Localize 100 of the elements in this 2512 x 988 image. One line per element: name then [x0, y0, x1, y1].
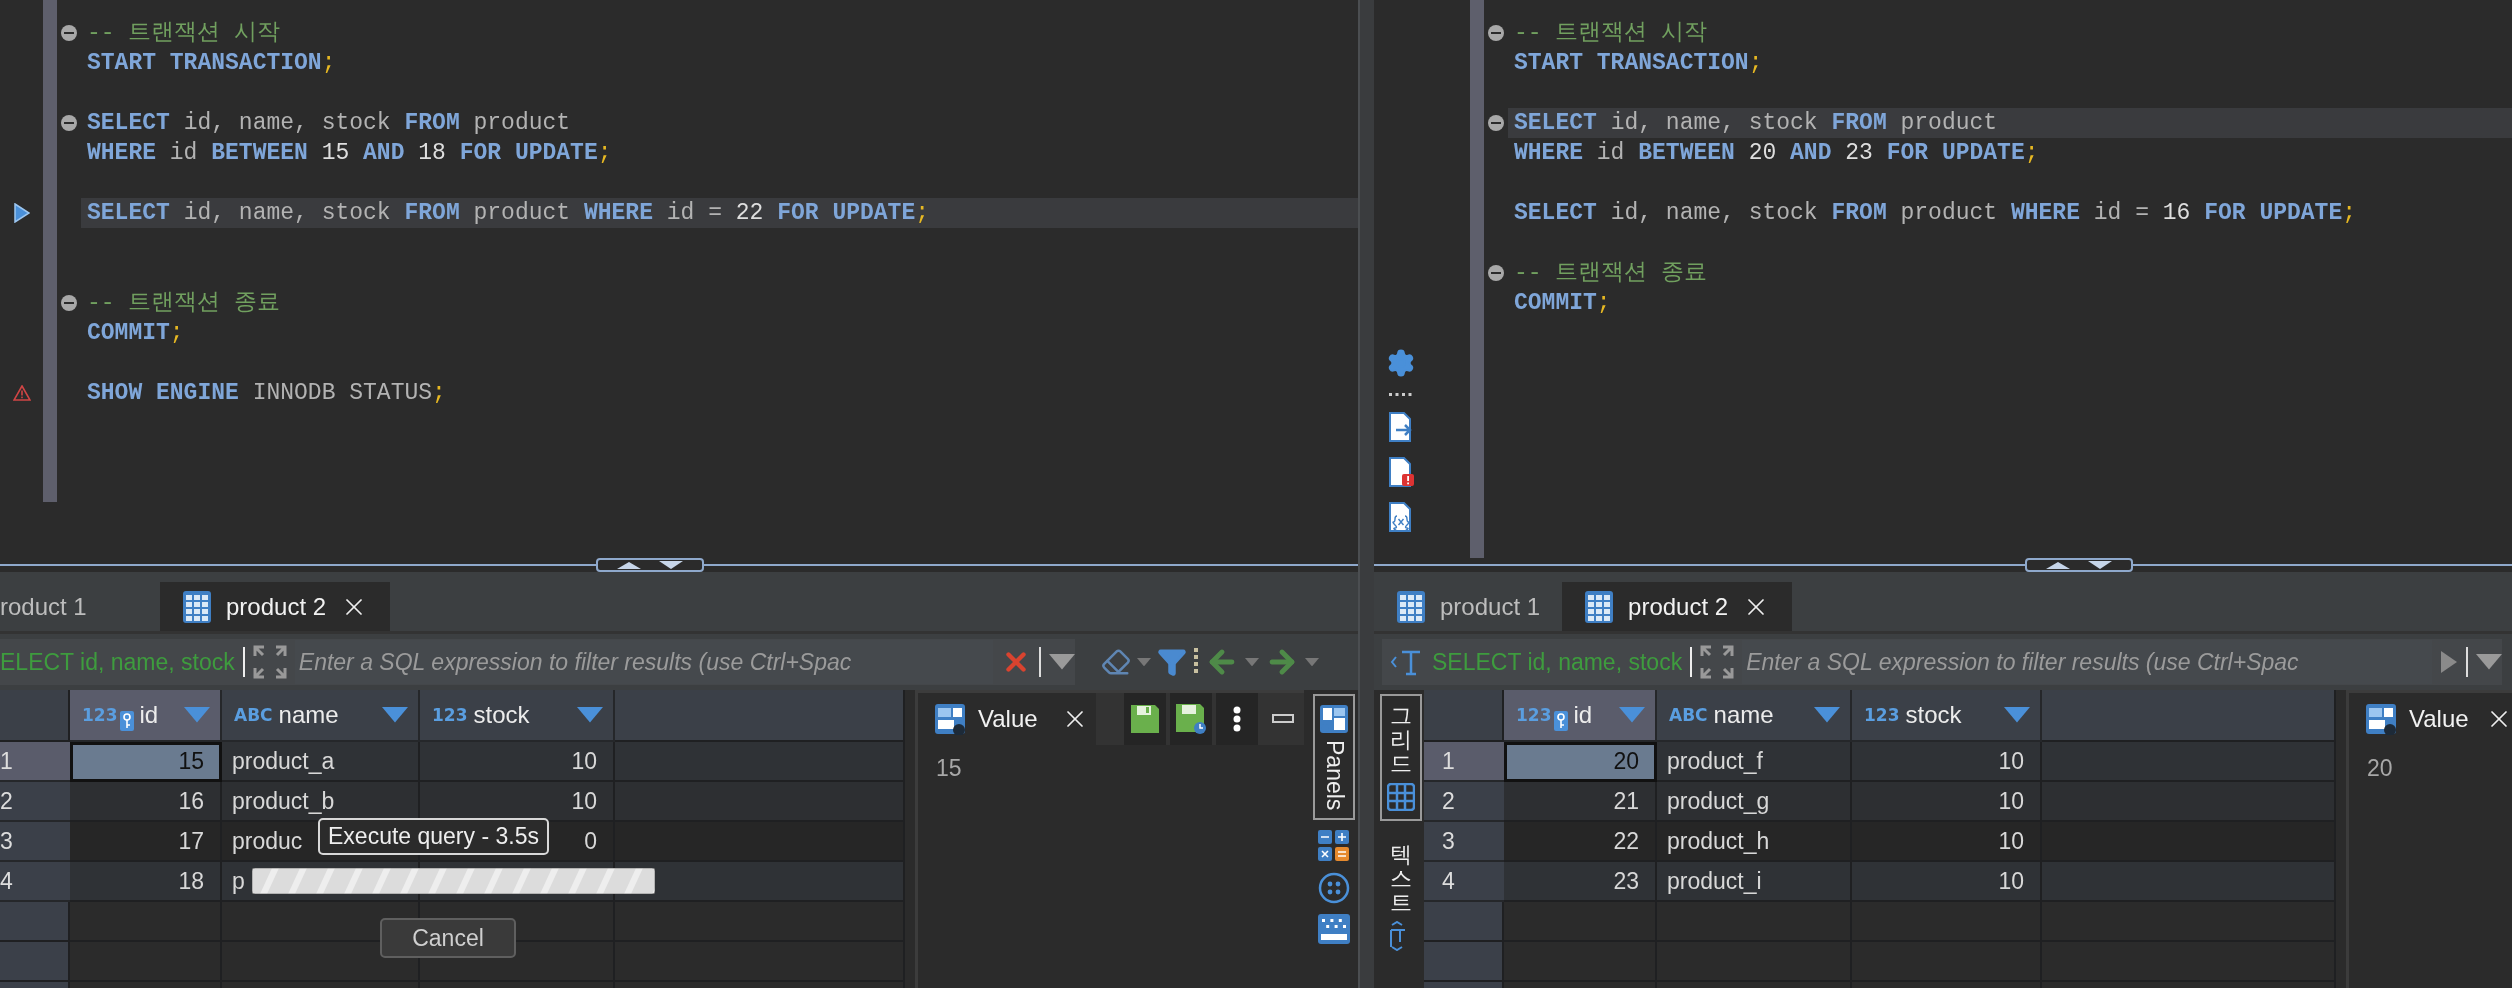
sort-caret-icon[interactable] [2004, 707, 2030, 723]
filter-icon[interactable] [1157, 647, 1187, 677]
table-cell: 10 [420, 782, 615, 822]
type-label: 123 [1516, 705, 1552, 725]
code-line: WHERE id BETWEEN 20 AND 23 FOR UPDATE; [1513, 139, 2040, 168]
fold-icon[interactable] [60, 24, 78, 42]
history-caret-icon[interactable] [2476, 654, 2502, 670]
row-number: 1 [1424, 742, 1504, 782]
result-tab[interactable]: product 2 [1562, 582, 1793, 631]
splitter-handle[interactable] [2025, 558, 2133, 572]
fold-icon[interactable] [60, 114, 78, 132]
splitter-handle[interactable] [596, 558, 704, 572]
type-label: 123 [432, 705, 468, 725]
fold-icon[interactable] [60, 294, 78, 312]
value-tab[interactable]: Value [2349, 693, 2485, 745]
more-button[interactable] [1216, 693, 1258, 745]
row-number: 1 [0, 742, 70, 782]
column-header[interactable]: ABC name [222, 690, 420, 742]
table-cell: product_i [1657, 862, 1852, 902]
code-line: WHERE id BETWEEN 15 AND 18 FOR UPDATE; [86, 139, 613, 168]
row-number: 4 [0, 862, 70, 902]
grid-icon [1387, 782, 1415, 811]
sort-caret-icon[interactable] [382, 707, 408, 723]
keyboard-icon[interactable] [1318, 914, 1350, 945]
table-cell: product_g [1657, 782, 1852, 822]
table-cell: product_h [1657, 822, 1852, 862]
column-label: stock [473, 701, 531, 729]
code-line: SELECT id, name, stock FROM product [86, 109, 572, 138]
floppy-icon [1130, 704, 1160, 734]
save-button[interactable] [1124, 693, 1166, 745]
dots-circle-icon[interactable] [1318, 872, 1350, 905]
type-label: ABC [234, 705, 273, 725]
warning-icon [12, 385, 31, 401]
view-tab[interactable]: 그리드 [1380, 694, 1422, 821]
table-cell: 22 [1504, 822, 1657, 862]
more-icon[interactable] [1193, 648, 1199, 676]
column-header[interactable]: 123 stock [1852, 690, 2042, 742]
table-cell: 17 [70, 822, 222, 862]
panels-icon [1319, 704, 1349, 734]
minimize-icon [1272, 714, 1294, 724]
run-icon[interactable] [2440, 650, 2458, 674]
cancel-button[interactable]: Cancel [380, 918, 516, 958]
result-tab[interactable]: product 1 [1374, 582, 1563, 631]
table-cell: 23 [1504, 862, 1657, 902]
code-line: COMMIT; [1513, 289, 1612, 318]
column-label: id [139, 701, 160, 729]
code-line: -- 트랜잭션 시작 [86, 19, 282, 48]
sort-caret-icon[interactable] [1814, 707, 1840, 723]
expand-icon[interactable] [1700, 645, 1735, 679]
value-panel-icon [934, 703, 966, 735]
code-line: SHOW ENGINE INNODB STATUS; [86, 379, 447, 408]
file-error-icon[interactable] [1386, 457, 1415, 487]
fold-icon[interactable] [1487, 114, 1505, 132]
sort-caret-icon[interactable] [577, 707, 603, 723]
panels-tab[interactable]: Panels [1313, 694, 1355, 821]
code-line: COMMIT; [86, 319, 185, 348]
query-text: ELECT id, name, stock [0, 648, 235, 676]
type-label: 123 [1864, 705, 1900, 725]
column-label: name [1713, 701, 1775, 729]
table-cell: 10 [1852, 782, 2042, 822]
table-cell: 15 [70, 742, 222, 782]
view-tab[interactable]: 텍스트 [1381, 832, 1421, 962]
eraser-icon[interactable] [1101, 647, 1131, 677]
code-line: SELECT id, name, stock FROM product WHERE id = 16 FOR UPDATE; [1513, 199, 2357, 228]
value-panel-icon [2365, 703, 2397, 735]
column-header[interactable]: ABC name [1657, 690, 1852, 742]
table-cell: product_a [222, 742, 420, 782]
value-tab[interactable]: Value [918, 693, 1054, 745]
row-number: 3 [0, 822, 70, 862]
column-header[interactable]: 123 id [1504, 690, 1657, 742]
result-tab[interactable]: roduct 1 [0, 582, 160, 631]
column-header[interactable]: 123 id [70, 690, 222, 742]
table-cell: 10 [1852, 742, 2042, 782]
history-caret-icon[interactable] [1049, 654, 1075, 670]
fold-icon[interactable] [1487, 264, 1505, 282]
execution-arrow-icon [13, 203, 30, 223]
row-number: 3 [1424, 822, 1504, 862]
row-number: 2 [0, 782, 70, 822]
type-label: 123 [82, 705, 118, 725]
table-cell: product_f [1657, 742, 1852, 782]
code-line: -- 트랜잭션 종료 [1513, 259, 1709, 288]
code-line: -- 트랜잭션 종료 [86, 289, 282, 318]
row-number: 2 [1424, 782, 1504, 822]
code-line: -- 트랜잭션 시작 [1513, 19, 1709, 48]
save-schedule-button[interactable] [1170, 693, 1212, 745]
table-cell: 21 [1504, 782, 1657, 822]
expand-icon[interactable] [252, 645, 287, 679]
calculator-icon[interactable] [1318, 830, 1350, 863]
table-cell: 18 [70, 862, 222, 902]
table-cell: 10 [1852, 822, 2042, 862]
table-cell: 10 [1852, 862, 2042, 902]
code-line: START TRANSACTION; [86, 49, 337, 78]
value-text: 20 [2366, 754, 2394, 783]
column-header[interactable]: 123 stock [420, 690, 615, 742]
result-tab[interactable]: product 2 [160, 582, 391, 631]
column-label: name [278, 701, 340, 729]
table-cell: product_b [222, 782, 420, 822]
dots-icon[interactable] [1388, 393, 1413, 397]
more-icon [1233, 706, 1241, 732]
fold-icon[interactable] [1487, 24, 1505, 42]
